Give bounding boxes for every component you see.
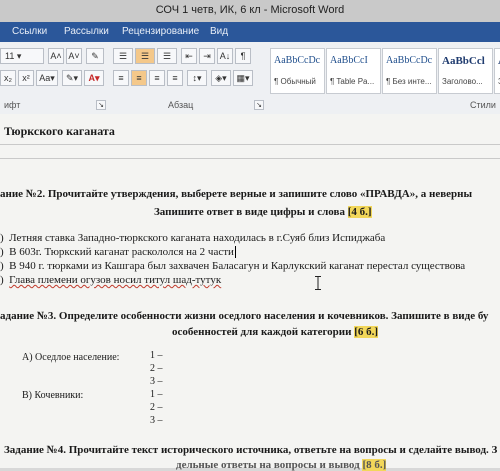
task2-points: [4 б.] xyxy=(347,206,372,218)
line-spacing-icon[interactable]: ↕▾ xyxy=(187,70,207,86)
task3-subtitle: особенностей для каждой категории [6 б.] xyxy=(172,326,379,338)
increase-indent-icon[interactable]: ⇥ xyxy=(199,48,215,64)
group-paragraph-label: Абзац xyxy=(168,100,194,110)
highlight-color-icon[interactable]: ✎▾ xyxy=(62,70,82,86)
task2-title: ание №2. Прочитайте утверждения, выберет… xyxy=(0,188,473,200)
category-nomads: В) Кочевники: xyxy=(22,390,84,401)
statement-4: ) Глава племени огузов носил титул шад-т… xyxy=(0,274,222,286)
task3-points: [6 б.] xyxy=(354,326,379,338)
subscript-icon[interactable]: x₂ xyxy=(0,70,16,86)
grow-font-icon[interactable]: A˄ xyxy=(48,48,64,64)
group-styles-label: Стили xyxy=(470,100,496,110)
task4-points: [8 б.] xyxy=(362,459,387,471)
section-divider xyxy=(0,144,500,145)
tab-mailings[interactable]: Рассылки xyxy=(64,26,109,37)
change-case-icon[interactable]: Aa▾ xyxy=(36,70,58,86)
blank-nomads-1: 1 – xyxy=(150,389,163,400)
font-color-icon[interactable]: A▾ xyxy=(84,70,104,86)
statement-2: ) В 603г. Тюркский каганат раскололся на… xyxy=(0,246,236,259)
blank-nomads-2: 2 – xyxy=(150,402,163,413)
sort-icon[interactable]: A↓ xyxy=(217,48,233,64)
shading-icon[interactable]: ◈▾ xyxy=(211,70,231,86)
group-font-label: ифт xyxy=(4,100,21,110)
ribbon: 11 ▾ A˄ A˅ ✎ x₂ x² Aa▾ ✎▾ A▾ ☰ ☰ ☰ ⇤ ⇥ A… xyxy=(0,42,500,115)
clear-format-icon[interactable]: ✎ xyxy=(86,48,104,64)
tab-view[interactable]: Вид xyxy=(210,26,228,37)
blank-settled-2: 2 – xyxy=(150,363,163,374)
align-left-icon[interactable]: ≡ xyxy=(113,70,129,86)
borders-icon[interactable]: ▦▾ xyxy=(233,70,253,86)
numbering-icon[interactable]: ☰ xyxy=(135,48,155,64)
blank-nomads-3: 3 – xyxy=(150,415,163,426)
paragraph-dialog-launcher-icon[interactable]: ↘ xyxy=(254,100,264,110)
window-title: СОЧ 1 четв, ИК, 6 кл - Microsoft Word xyxy=(155,4,345,16)
mouse-ibeam-icon xyxy=(315,276,321,290)
section-divider xyxy=(0,158,500,159)
style-heading-1[interactable]: AaBbCcl Заголово... xyxy=(438,48,493,94)
category-settled: А) Оседлое население: xyxy=(22,352,120,363)
style-table-paragraph[interactable]: AaBbCcI ¶ Table Pa... xyxy=(326,48,381,94)
blank-settled-3: 3 – xyxy=(150,376,163,387)
heading-fragment: Тюркского каганата xyxy=(4,124,115,138)
tab-review[interactable]: Рецензирование xyxy=(122,26,199,37)
align-right-icon[interactable]: ≡ xyxy=(149,70,165,86)
style-no-spacing[interactable]: AaBbCcDc ¶ Без инте... xyxy=(382,48,437,94)
shrink-font-icon[interactable]: A˅ xyxy=(66,48,82,64)
style-heading-2[interactable]: A З xyxy=(494,48,500,94)
tab-references[interactable]: Ссылки xyxy=(12,26,47,37)
task2-subtitle: Запишите ответ в виде цифры и слова [4 б… xyxy=(154,206,372,218)
align-center-icon[interactable]: ≡ xyxy=(131,70,147,86)
title-bar: СОЧ 1 четв, ИК, 6 кл - Microsoft Word xyxy=(0,0,500,22)
blank-settled-1: 1 – xyxy=(150,350,163,361)
font-size-select[interactable]: 11 ▾ xyxy=(0,48,44,64)
decrease-indent-icon[interactable]: ⇤ xyxy=(181,48,197,64)
text-cursor xyxy=(234,246,236,259)
task3-title: адание №3. Определите особенности жизни … xyxy=(0,310,489,322)
style-normal[interactable]: AaBbCcDc ¶ Обычный xyxy=(270,48,325,94)
font-dialog-launcher-icon[interactable]: ↘ xyxy=(96,100,106,110)
task4-title: Задание №4. Прочитайте текст историческо… xyxy=(4,444,498,456)
bullets-icon[interactable]: ☰ xyxy=(113,48,133,64)
show-marks-icon[interactable]: ¶ xyxy=(235,48,251,64)
document-page[interactable]: Тюркского каганата ание №2. Прочитайте у… xyxy=(0,114,500,471)
task4-subtitle: дельные ответы на вопросы и вывод [8 б.] xyxy=(176,459,387,471)
superscript-icon[interactable]: x² xyxy=(18,70,34,86)
statement-1: ) Летняя ставка Западно-тюркского кагана… xyxy=(0,232,386,244)
justify-icon[interactable]: ≡ xyxy=(167,70,183,86)
multilevel-list-icon[interactable]: ☰ xyxy=(157,48,177,64)
statement-3: ) В 940 г. тюрками из Кашгара был захвач… xyxy=(0,260,466,272)
ribbon-tabs: Ссылки Рассылки Рецензирование Вид xyxy=(0,22,500,42)
